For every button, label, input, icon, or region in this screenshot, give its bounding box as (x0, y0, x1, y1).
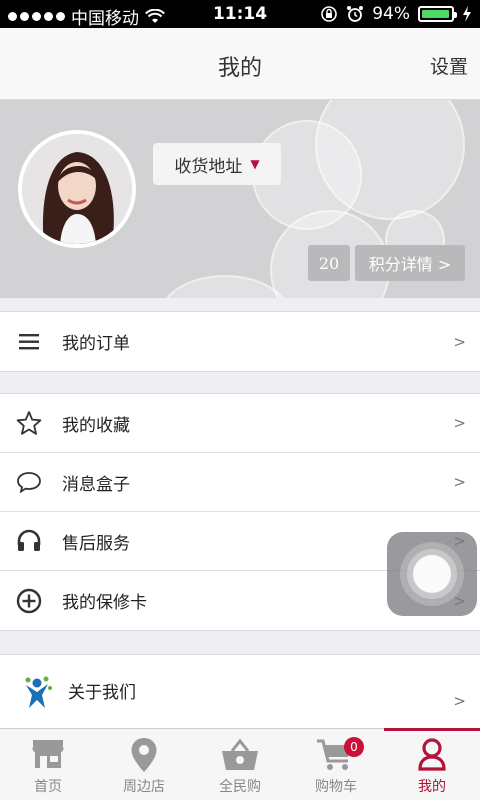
menu-item-label: 我的保修卡 (62, 593, 147, 613)
company-logo-icon (20, 675, 54, 711)
cart-count-badge: 0 (344, 737, 364, 757)
navigation-bar: 我的 设置 (0, 28, 480, 100)
tab-group-buy[interactable]: 全民购 (192, 729, 288, 800)
profile-header: 收货地址 ▼ 20 积分详情 > (0, 100, 480, 298)
status-bar: 中国移动 11:14 94% (0, 0, 480, 29)
basket-icon (222, 738, 258, 770)
alarm-icon (347, 6, 364, 22)
tab-label: 我的 (418, 779, 446, 795)
tab-mine[interactable]: 我的 (384, 728, 480, 800)
chevron-down-icon: ▼ (250, 157, 260, 171)
orientation-lock-icon (321, 6, 338, 22)
assistive-touch-button[interactable] (387, 532, 477, 616)
battery-percent: 94% (372, 4, 410, 24)
tab-cart[interactable]: 0 购物车 (288, 729, 384, 800)
battery-icon (418, 6, 457, 22)
plus-circle-icon (16, 588, 42, 614)
chevron-right-icon: > (453, 692, 466, 710)
tab-label: 购物车 (315, 779, 357, 795)
location-pin-icon (131, 738, 157, 772)
star-icon (16, 410, 42, 436)
headphones-icon (16, 528, 42, 554)
menu-item-orders[interactable]: 我的订单 > (0, 312, 480, 371)
menu-item-messages[interactable]: 消息盒子 > (0, 453, 480, 512)
menu-item-label: 消息盒子 (62, 474, 130, 495)
person-icon (418, 738, 446, 771)
menu-item-label: 售后服务 (62, 533, 130, 554)
chevron-right-icon: > (453, 473, 466, 491)
tab-label: 全民购 (219, 779, 261, 795)
menu-item-label: 我的收藏 (62, 415, 130, 436)
tab-label: 周边店 (123, 779, 165, 795)
tab-nearby[interactable]: 周边店 (96, 729, 192, 800)
settings-button[interactable]: 设置 (430, 52, 468, 79)
chevron-right-icon: > (453, 414, 466, 432)
menu-item-about[interactable]: 关于我们 > (0, 655, 480, 731)
chat-bubble-icon (16, 469, 42, 495)
menu-item-favorites[interactable]: 我的收藏 > (0, 394, 480, 453)
tab-home[interactable]: 首页 (0, 729, 96, 800)
menu-group-about: 关于我们 > (0, 654, 480, 732)
tab-bar: 首页 周边店 全民购 0 购物车 我的 (0, 728, 480, 800)
menu-group-orders: 我的订单 > (0, 311, 480, 372)
points-count: 20 (308, 245, 350, 281)
tab-label: 首页 (34, 779, 62, 795)
shipping-address-button[interactable]: 收货地址 ▼ (153, 143, 281, 185)
avatar[interactable] (18, 130, 136, 248)
menu-item-label: 关于我们 (68, 682, 136, 703)
store-icon (32, 740, 64, 768)
page-title: 我的 (217, 56, 262, 81)
list-icon (16, 329, 42, 355)
menu-item-label: 我的订单 (62, 334, 130, 354)
points-detail-button[interactable]: 积分详情 > (355, 245, 465, 281)
user-photo (22, 134, 132, 244)
chevron-right-icon: > (453, 332, 466, 351)
charging-icon (463, 6, 471, 22)
shipping-address-label: 收货地址 (174, 156, 243, 177)
